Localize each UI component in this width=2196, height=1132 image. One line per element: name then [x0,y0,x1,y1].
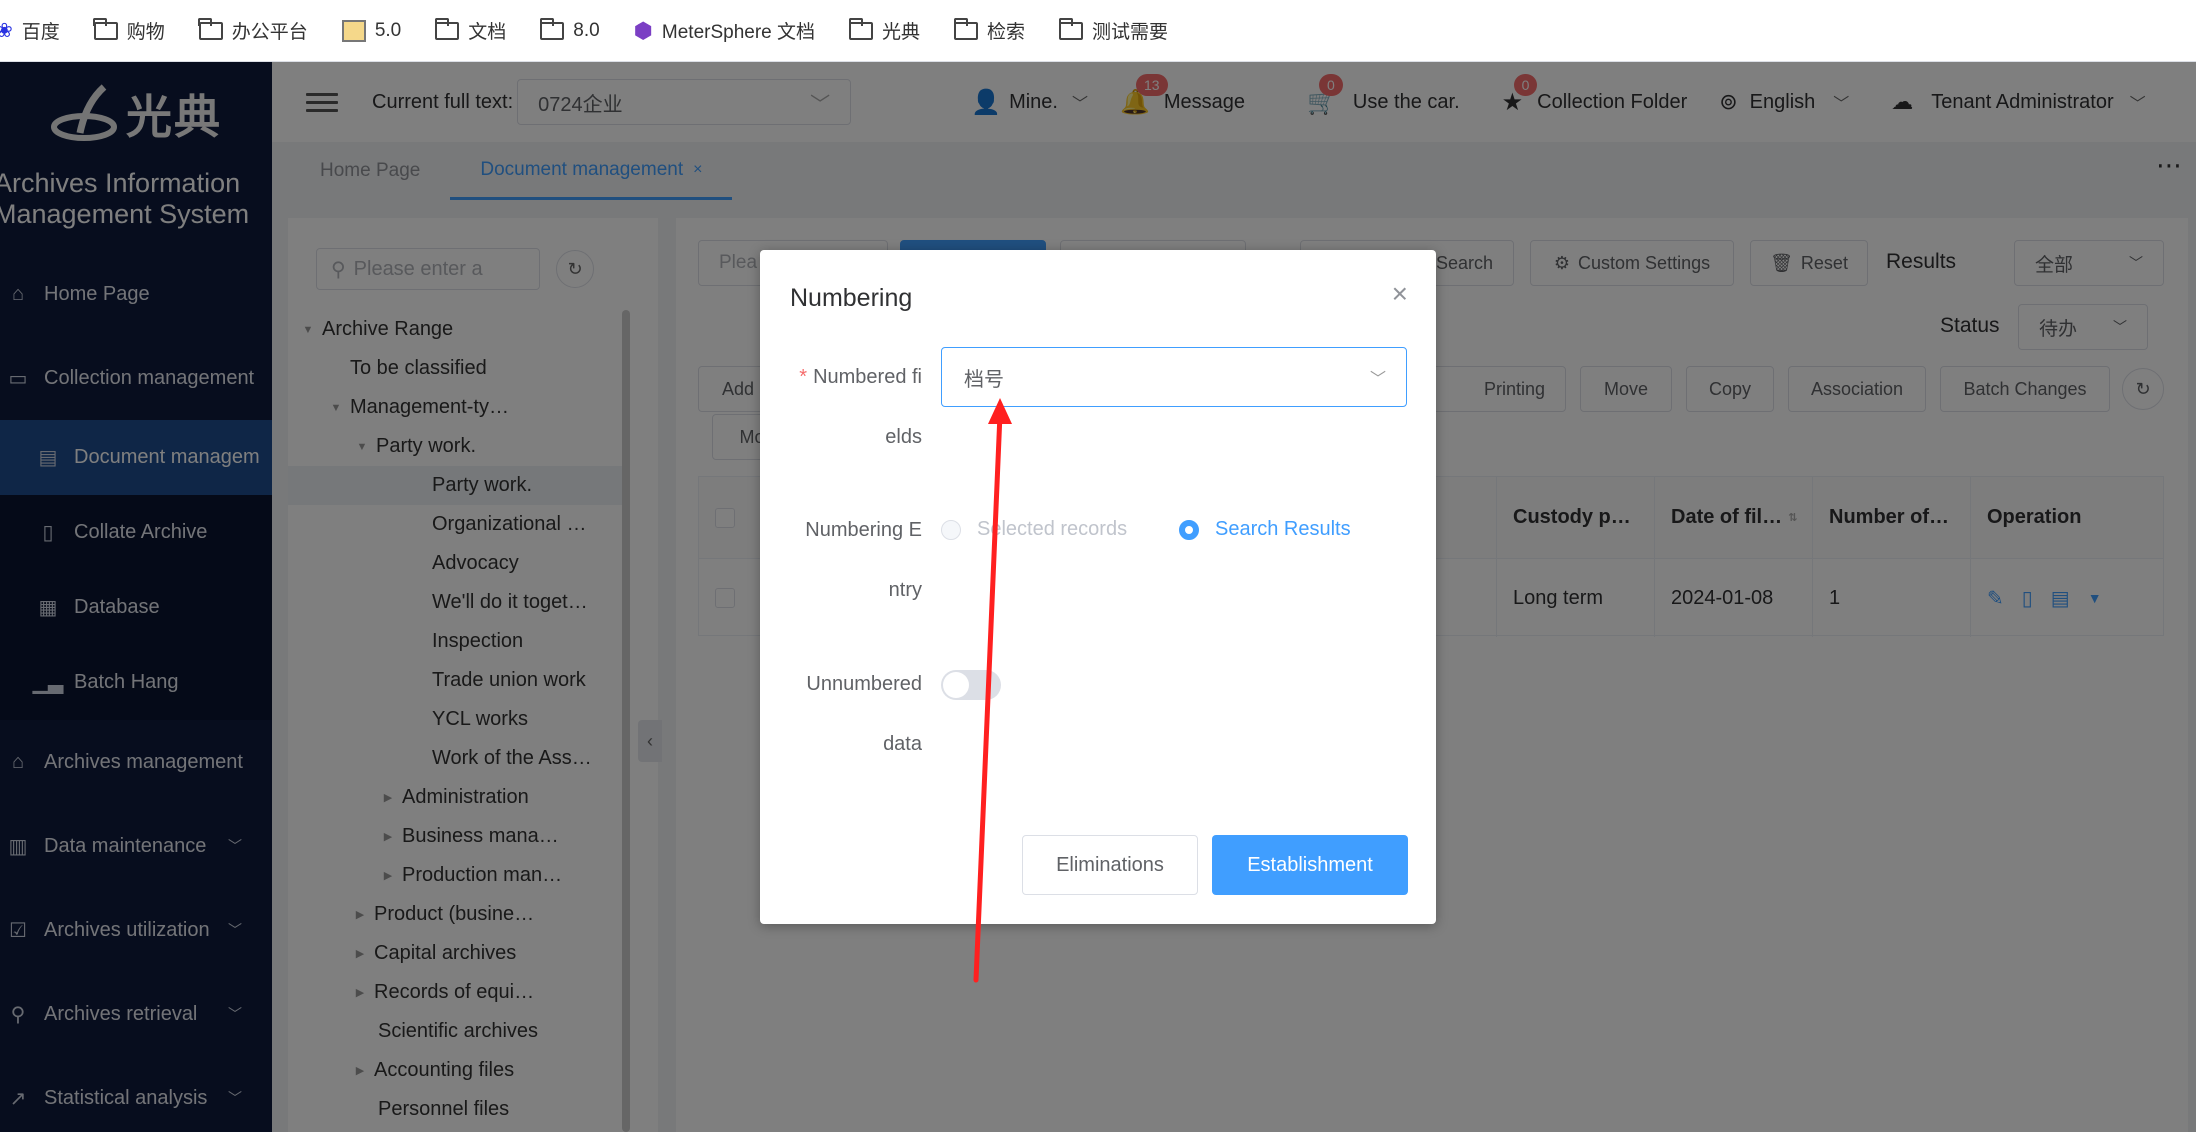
bookmark-8-0[interactable]: 8.0 [539,0,600,62]
numbering-entry-label: Numbering E ntry [805,519,922,601]
bookmark-5-0[interactable]: 5.0 [341,0,401,62]
radio-search-results[interactable]: Search Results [1179,518,1351,541]
radio-dot [941,519,961,540]
chevron-down-icon: ﹀ [1369,371,1386,388]
metersphere-icon: ⬢ [633,17,653,43]
close-icon[interactable]: × [1392,278,1408,310]
unnumbered-data-label: Unnumbered data [806,673,922,755]
folder-icon [93,17,118,40]
cancel-button[interactable]: Eliminations [1022,835,1198,895]
numbered-fields-select[interactable]: 档号 ﹀ [941,347,1407,407]
baidu-icon: ❀ [0,20,13,42]
folder-icon [1058,17,1084,40]
bookmark-guangdian[interactable]: 光典 [848,0,920,62]
radio-dot-checked [1179,519,1199,540]
dialog-title: Numbering [790,284,913,312]
bookmark-retrieval[interactable]: 检索 [953,0,1025,62]
folder-icon [198,17,223,40]
bookmark-baidu[interactable]: ❀ 百度 [0,0,60,62]
required-marker: * [799,366,808,388]
folder-icon [953,17,979,40]
folder-icon [539,17,565,40]
bookmark-testing[interactable]: 测试需要 [1058,0,1168,62]
numbering-dialog: Numbering × * Numbered fi elds 档号 ﹀ Numbe… [760,250,1436,924]
radio-selected-records[interactable]: Selected records [941,518,1127,541]
folder-icon [434,17,460,40]
unnumbered-data-toggle[interactable] [941,670,1001,700]
bookmarks-bar: ❀ 百度 购物 办公平台 5.0 文档 8.0 ⬢ MeterSphere 文档 光… [0,0,2196,62]
image-icon [341,19,366,42]
confirm-button[interactable]: Establishment [1212,835,1408,895]
bookmark-metersphere[interactable]: ⬢ MeterSphere 文档 [634,0,815,62]
bookmark-shopping[interactable]: 购物 [93,0,165,62]
bookmark-docs[interactable]: 文档 [434,0,506,62]
numbered-fields-label: * Numbered fi elds [799,366,922,448]
bookmark-office[interactable]: 办公平台 [198,0,308,62]
folder-icon [848,17,874,40]
